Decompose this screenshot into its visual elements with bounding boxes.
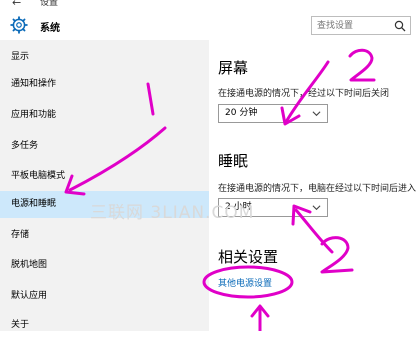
sidebar-item-display[interactable]: 显示 — [0, 44, 209, 71]
sidebar-item-about[interactable]: 关于 — [0, 312, 209, 339]
page-header: 系统 — [0, 10, 418, 40]
screen-description: 在接通电源的情况下，经过以下时间后关闭 — [218, 89, 390, 99]
search-box[interactable] — [311, 16, 411, 35]
page-title: 系统 — [40, 23, 60, 34]
sidebar-item-apps[interactable]: 应用和功能 — [0, 102, 209, 129]
other-power-settings-link[interactable]: 其他电源设置 — [218, 276, 272, 289]
sidebar-item-tablet-mode[interactable]: 平板电脑模式 — [0, 163, 209, 190]
screen-timeout-value: 20 分钟 — [225, 108, 258, 118]
back-button[interactable]: ← — [12, 0, 21, 8]
sidebar-item-multitasking[interactable]: 多任务 — [0, 133, 209, 160]
sidebar-item-default-apps[interactable]: 默认应用 — [0, 283, 209, 310]
chevron-down-icon — [312, 205, 321, 211]
window-title: 设置 — [40, 0, 59, 8]
sidebar: 显示 通知和操作 应用和功能 多任务 平板电脑模式 电源和睡眠 存储 脱机地图 … — [0, 40, 209, 331]
main-content: 屏幕 在接通电源的情况下，经过以下时间后关闭 20 分钟 睡眠 在接通电源的情况… — [209, 40, 418, 331]
window-titlebar: ← 设置 — [0, 0, 418, 10]
screen-heading: 屏幕 — [218, 59, 249, 77]
sleep-heading: 睡眠 — [218, 152, 249, 170]
related-settings-heading: 相关设置 — [218, 248, 279, 266]
search-icon[interactable] — [394, 20, 406, 32]
gear-icon — [10, 16, 28, 34]
watermark: 三联网 3LIAN.COM — [90, 203, 255, 223]
chevron-down-icon — [312, 111, 321, 117]
sidebar-item-offline-maps[interactable]: 脱机地图 — [0, 252, 209, 279]
sleep-description: 在接通电源的情况下，电脑在经过以下时间后进入 — [218, 184, 417, 194]
search-input[interactable] — [317, 19, 393, 33]
sidebar-item-notifications[interactable]: 通知和操作 — [0, 71, 209, 98]
sidebar-item-storage[interactable]: 存储 — [0, 222, 209, 249]
screen-timeout-dropdown[interactable]: 20 分钟 — [218, 104, 328, 123]
